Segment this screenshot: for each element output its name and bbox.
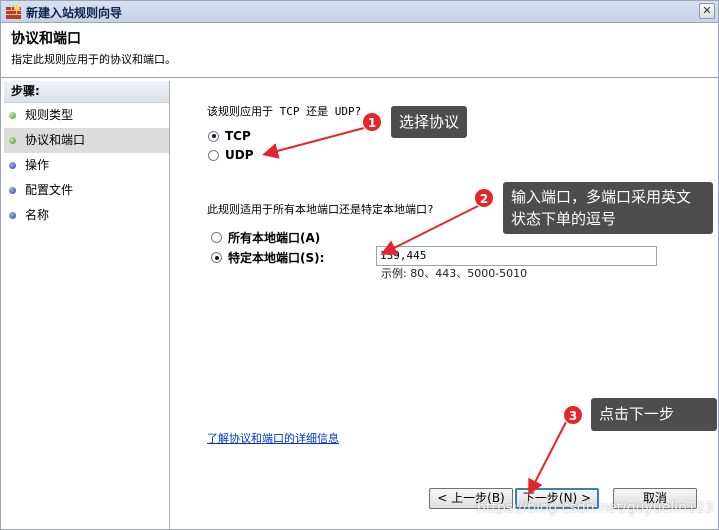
annotation-callout-3: 点击下一步 xyxy=(591,398,717,431)
radio-icon xyxy=(211,232,222,243)
watermark-text: https://blog.csdn.net/guyuelin123 xyxy=(477,500,714,516)
step-label: 规则类型 xyxy=(25,108,74,122)
step-dot-icon xyxy=(9,187,16,194)
page-subtitle: 指定此规则应用于的协议和端口。 xyxy=(11,53,176,66)
step-label: 名称 xyxy=(25,208,50,222)
udp-label: UDP xyxy=(225,148,254,162)
step-label: 操作 xyxy=(25,158,50,172)
step-profile[interactable]: 配置文件 xyxy=(4,178,169,203)
page-title: 协议和端口 xyxy=(11,31,81,47)
annotation-badge-3: 3 xyxy=(563,405,583,425)
annotation-callout-1: 选择协议 xyxy=(391,106,468,138)
all-ports-radio[interactable]: 所有本地端口(A) xyxy=(211,229,320,246)
steps-panel: 步骤: 规则类型 协议和端口 操作 配置文件 名称 xyxy=(4,81,170,529)
annotation-callout-2: 输入端口，多端口采用英文状态下单的逗号 xyxy=(503,182,713,234)
ports-question: 此规则适用于所有本地端口还是特定本地端口? xyxy=(207,203,434,216)
radio-icon xyxy=(208,149,219,161)
step-name[interactable]: 名称 xyxy=(4,203,169,228)
steps-heading: 步骤: xyxy=(4,81,169,103)
port-input[interactable]: 139,445 xyxy=(376,246,657,266)
port-example: 示例: 80、443、5000-5010 xyxy=(381,267,528,280)
app-icon xyxy=(6,5,21,19)
window-title: 新建入站规则向导 xyxy=(26,6,123,20)
step-protocol-ports[interactable]: 协议和端口 xyxy=(4,128,169,153)
close-icon: ✕ xyxy=(702,4,712,17)
step-dot-icon xyxy=(9,137,16,144)
learn-more-link[interactable]: 了解协议和端口的详细信息 xyxy=(207,430,339,446)
radio-icon xyxy=(208,130,219,142)
specific-ports-radio[interactable]: 特定本地端口(S): xyxy=(211,249,324,266)
step-dot-icon xyxy=(9,162,16,169)
step-dot-icon xyxy=(9,212,16,219)
step-rule-type[interactable]: 规则类型 xyxy=(4,103,169,128)
tcp-radio[interactable]: TCP xyxy=(208,129,251,143)
radio-icon xyxy=(211,252,222,263)
step-dot-icon xyxy=(9,112,16,119)
specific-ports-label: 特定本地端口(S): xyxy=(228,251,325,265)
protocol-question: 该规则应用于 TCP 还是 UDP? xyxy=(207,105,362,118)
close-button[interactable]: ✕ xyxy=(699,3,715,19)
udp-radio[interactable]: UDP xyxy=(208,148,254,162)
title-bar: 新建入站规则向导 ✕ xyxy=(1,1,718,23)
all-ports-label: 所有本地端口(A) xyxy=(228,231,321,245)
step-label: 配置文件 xyxy=(25,183,74,197)
step-label: 协议和端口 xyxy=(25,133,86,147)
wizard-header: 协议和端口 指定此规则应用于的协议和端口。 xyxy=(1,24,718,78)
step-action[interactable]: 操作 xyxy=(4,153,169,178)
annotation-badge-2: 2 xyxy=(474,188,494,208)
tcp-label: TCP xyxy=(225,129,251,143)
annotation-badge-1: 1 xyxy=(362,112,382,132)
